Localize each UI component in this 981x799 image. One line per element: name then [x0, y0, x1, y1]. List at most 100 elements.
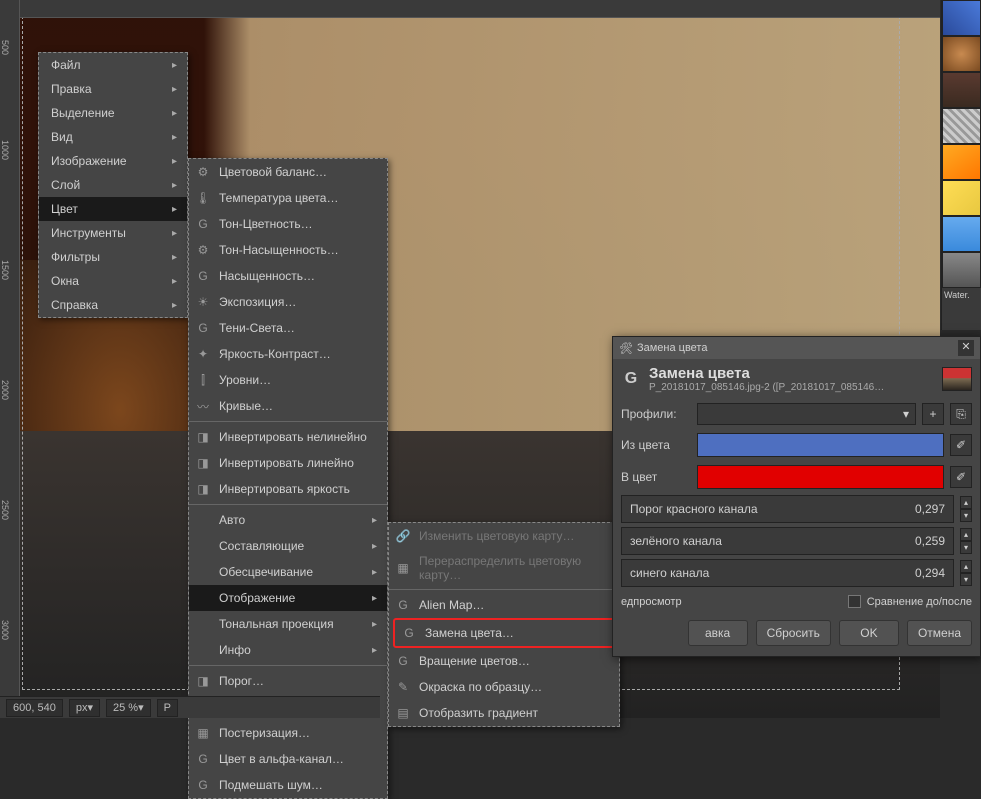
menu-invert-linear[interactable]: ◨Инвертировать линейно: [189, 450, 387, 476]
ruler-tick: 2500: [0, 500, 10, 520]
chevron-right-icon: ▸: [172, 180, 177, 191]
context-menu: Файл▸ Правка▸ Выделение▸ Вид▸ Изображени…: [38, 52, 188, 318]
menu-levels[interactable]: ⫿Уровни…: [189, 367, 387, 393]
chevron-right-icon: ▸: [172, 60, 177, 71]
chevron-up-icon: ▴: [964, 498, 968, 507]
spin-up-button[interactable]: ▴: [960, 496, 972, 509]
dialog-titlebar[interactable]: 🛠 Замена цвета ✕: [613, 337, 980, 359]
menu-desaturate[interactable]: Обесцвечивание▸: [189, 559, 387, 585]
to-color-well[interactable]: [697, 465, 944, 489]
menu-threshold[interactable]: ◨Порог…: [189, 668, 387, 694]
pattern-swatch[interactable]: [942, 108, 981, 144]
menu-layer[interactable]: Слой▸: [39, 173, 187, 197]
g-icon: G: [195, 777, 211, 793]
split-checkbox[interactable]: [848, 595, 861, 608]
pattern-swatch[interactable]: [942, 216, 981, 252]
menu-map[interactable]: Отображение▸: [189, 585, 387, 611]
menu-alien-map[interactable]: GAlien Map…: [389, 592, 619, 618]
menu-invert-lightness[interactable]: ◨Инвертировать яркость: [189, 476, 387, 502]
red-threshold-label: Порог красного канала: [630, 502, 915, 516]
help-button[interactable]: авка: [688, 620, 748, 646]
menu-separator: [189, 665, 387, 666]
add-profile-button[interactable]: +: [922, 403, 944, 425]
menu-hue-sat[interactable]: ⚙Тон-Насыщенность…: [189, 237, 387, 263]
status-coords: 600, 540: [6, 699, 63, 717]
menu-components[interactable]: Составляющие▸: [189, 533, 387, 559]
chevron-right-icon: ▸: [172, 204, 177, 215]
save-profile-button[interactable]: ⎘: [950, 403, 972, 425]
menu-file[interactable]: Файл▸: [39, 53, 187, 77]
menu-edit[interactable]: Правка▸: [39, 77, 187, 101]
profiles-dropdown[interactable]: ▾: [697, 403, 916, 425]
chevron-right-icon: ▸: [172, 252, 177, 263]
pattern-swatch[interactable]: [942, 252, 981, 288]
spin-up-button[interactable]: ▴: [960, 560, 972, 573]
ok-button[interactable]: OK: [839, 620, 899, 646]
pattern-swatch[interactable]: [942, 72, 981, 108]
menu-view[interactable]: Вид▸: [39, 125, 187, 149]
menu-color[interactable]: Цвет▸: [39, 197, 187, 221]
menu-tone-mapping[interactable]: Тональная проекция▸: [189, 611, 387, 637]
menu-brightness[interactable]: ✦Яркость-Контраст…: [189, 341, 387, 367]
threshold-icon: ◨: [195, 673, 211, 689]
menu-saturation[interactable]: GНасыщенность…: [189, 263, 387, 289]
menu-sample-colorize[interactable]: ✎Окраска по образцу…: [389, 674, 619, 700]
cancel-button[interactable]: Отмена: [907, 620, 972, 646]
chevron-right-icon: ▸: [172, 84, 177, 95]
ruler-tick: 1500: [0, 260, 10, 280]
menu-image[interactable]: Изображение▸: [39, 149, 187, 173]
preview-label: едпросмотр: [621, 596, 682, 608]
menu-filters[interactable]: Фильтры▸: [39, 245, 187, 269]
menu-invert-nonlinear[interactable]: ◨Инвертировать нелинейно: [189, 424, 387, 450]
pattern-swatch[interactable]: [942, 180, 981, 216]
ruler-horizontal[interactable]: [20, 0, 940, 18]
ruler-vertical[interactable]: 500 1000 1500 2000 2500 3000: [0, 0, 20, 718]
menu-auto[interactable]: Авто▸: [189, 507, 387, 533]
chevron-right-icon: ▸: [372, 567, 377, 578]
g-icon: G: [395, 653, 411, 669]
red-threshold-slider[interactable]: Порог красного канала 0,297: [621, 495, 954, 523]
menu-posterize[interactable]: ▦Постеризация…: [189, 720, 387, 746]
reset-button[interactable]: Сбросить: [756, 620, 831, 646]
invert-icon: ◨: [195, 481, 211, 497]
spin-down-button[interactable]: ▾: [960, 509, 972, 522]
menu-gradient-map[interactable]: ▤Отобразить градиент: [389, 700, 619, 726]
spin-down-button[interactable]: ▾: [960, 573, 972, 586]
spin-down-button[interactable]: ▾: [960, 541, 972, 554]
menu-help[interactable]: Справка▸: [39, 293, 187, 317]
pattern-swatch[interactable]: [942, 36, 981, 72]
menu-info[interactable]: Инфо▸: [189, 637, 387, 663]
pattern-swatch[interactable]: [942, 0, 981, 36]
menu-color-temp[interactable]: 🌡Температура цвета…: [189, 185, 387, 211]
menu-shadows[interactable]: GТени-Света…: [189, 315, 387, 341]
chevron-right-icon: ▸: [172, 132, 177, 143]
chevron-right-icon: ▸: [372, 645, 377, 656]
menu-color-to-alpha[interactable]: GЦвет в альфа-канал…: [189, 746, 387, 772]
menu-color-balance[interactable]: ⚙Цветовой баланс…: [189, 159, 387, 185]
from-color-well[interactable]: [697, 433, 944, 457]
menu-select[interactable]: Выделение▸: [39, 101, 187, 125]
menu-rotate-colors[interactable]: GВращение цветов…: [389, 648, 619, 674]
menu-hue-chroma[interactable]: GТон-Цветность…: [189, 211, 387, 237]
blue-threshold-slider[interactable]: синего канала 0,294: [621, 559, 954, 587]
status-mode: P: [157, 699, 178, 717]
gradient-icon: ▤: [395, 705, 411, 721]
to-color-picker[interactable]: ✐: [950, 466, 972, 488]
status-zoom-dropdown[interactable]: 25 % ▾: [106, 699, 151, 717]
from-color-picker[interactable]: ✐: [950, 434, 972, 456]
green-threshold-slider[interactable]: зелёного канала 0,259: [621, 527, 954, 555]
pattern-swatch[interactable]: [942, 144, 981, 180]
close-button[interactable]: ✕: [958, 340, 974, 356]
chevron-right-icon: ▸: [172, 228, 177, 239]
status-unit-dropdown[interactable]: px ▾: [69, 699, 100, 717]
g-icon: G: [395, 597, 411, 613]
chevron-down-icon: ▾: [903, 407, 909, 421]
menu-exposure[interactable]: ☀Экспозиция…: [189, 289, 387, 315]
menu-tools[interactable]: Инструменты▸: [39, 221, 187, 245]
menu-windows[interactable]: Окна▸: [39, 269, 187, 293]
menu-dither[interactable]: GПодмешать шум…: [189, 772, 387, 798]
menu-curves[interactable]: 〰Кривые…: [189, 393, 387, 419]
menu-rearrange-colormap: 🔗Изменить цветовую карту…: [389, 523, 619, 549]
spin-up-button[interactable]: ▴: [960, 528, 972, 541]
menu-color-exchange[interactable]: GЗамена цвета…: [393, 618, 615, 648]
